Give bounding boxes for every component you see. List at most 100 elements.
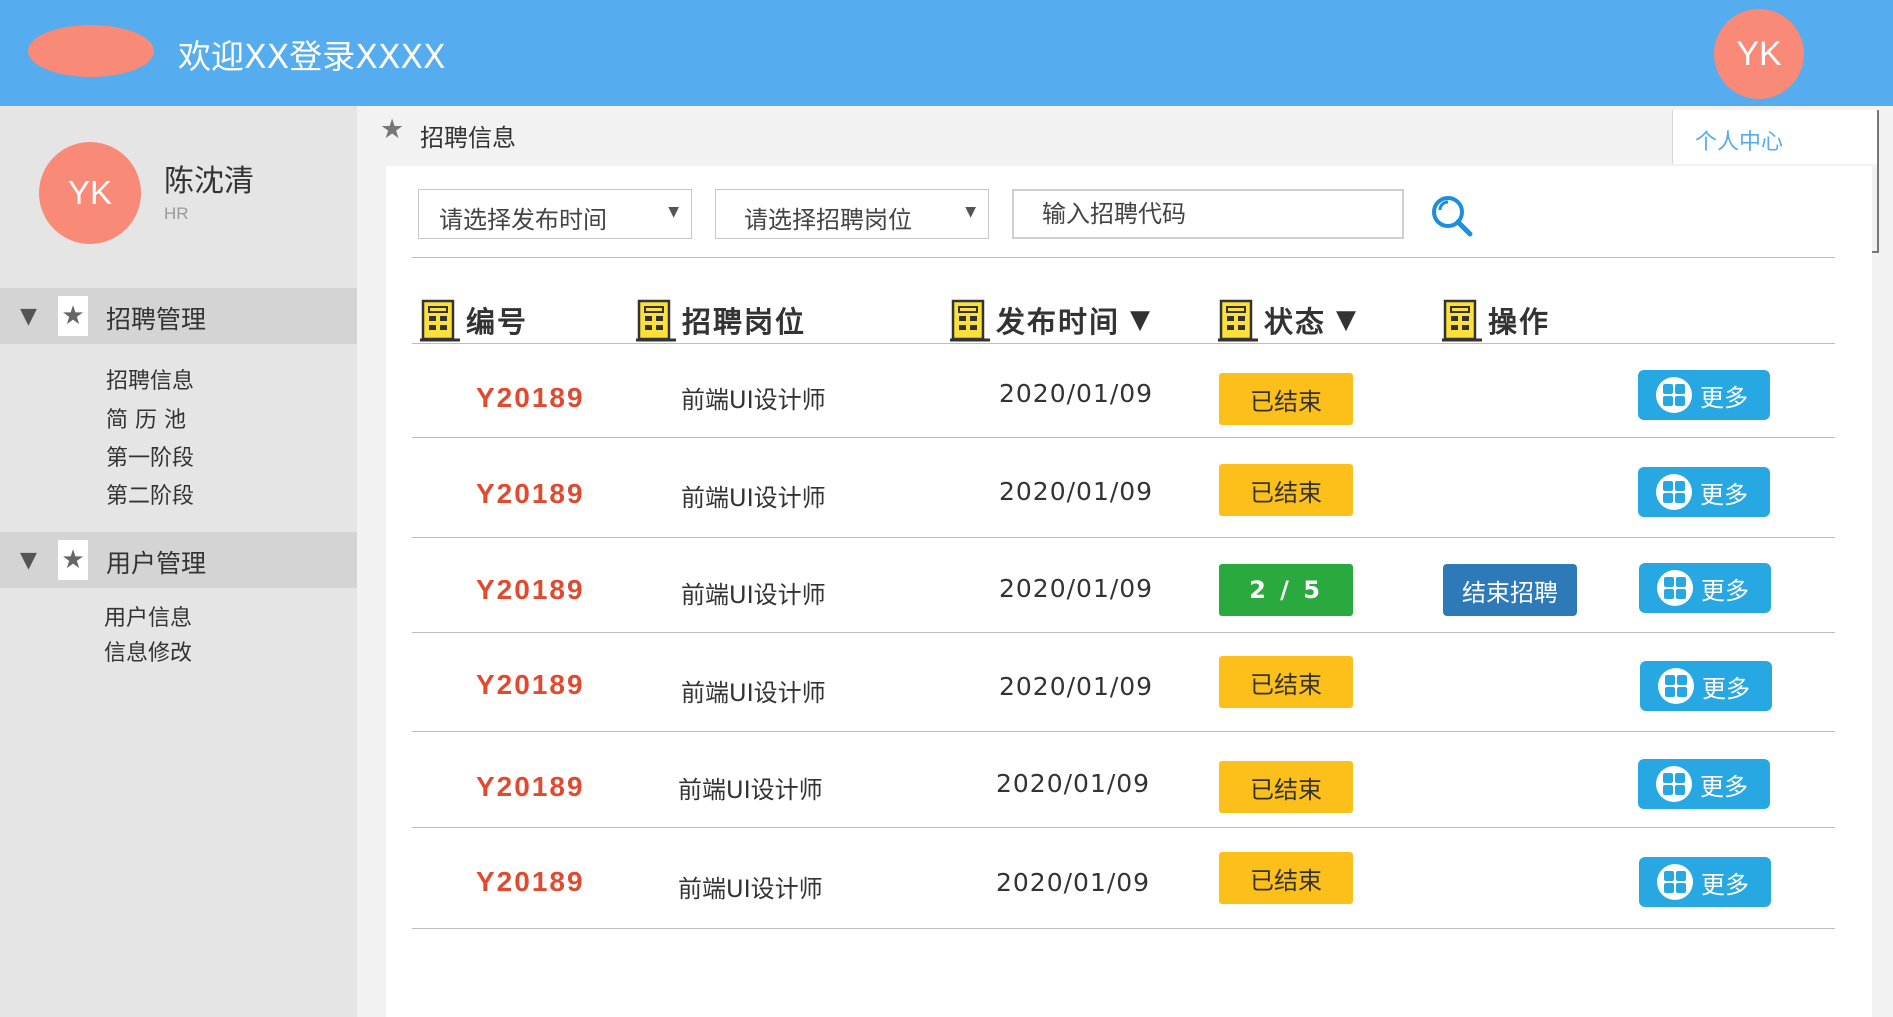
col-header-action: 操作 bbox=[1442, 298, 1550, 342]
sidebar-item-stage-one[interactable]: 第一阶段 bbox=[106, 440, 194, 472]
status-badge: 已结束 bbox=[1219, 656, 1353, 708]
triangle-down-icon[interactable]: ▼ bbox=[20, 304, 37, 329]
status-badge: 已结束 bbox=[1219, 852, 1353, 904]
grid-icon bbox=[1656, 766, 1692, 802]
star-icon: ★ bbox=[58, 540, 88, 580]
welcome-title: 欢迎XX登录XXXX bbox=[178, 37, 446, 76]
divider bbox=[412, 257, 1835, 258]
building-icon bbox=[636, 299, 676, 342]
tab-label: 个人中心 bbox=[1695, 130, 1784, 155]
table-row-divider bbox=[412, 632, 1835, 633]
publish-date: 2020/01/09 bbox=[999, 672, 1154, 701]
triangle-down-icon[interactable]: ▼ bbox=[20, 548, 37, 573]
more-button[interactable]: 更多 bbox=[1640, 661, 1772, 711]
sidebar: YK 陈沈清 HR ▼ ★ 招聘管理 招聘信息 简 历 池 第一阶段 第二阶段 … bbox=[0, 106, 357, 1017]
app-logo[interactable] bbox=[28, 25, 154, 77]
sidebar-item-resume-pool[interactable]: 简 历 池 bbox=[106, 402, 186, 434]
search-icon[interactable] bbox=[1428, 192, 1476, 240]
grid-icon bbox=[1658, 668, 1694, 704]
star-icon: ★ bbox=[58, 296, 88, 336]
header-avatar[interactable]: YK bbox=[1714, 9, 1804, 99]
caret-down-icon: ▼ bbox=[965, 204, 976, 220]
col-header-position: 招聘岗位 bbox=[636, 298, 806, 342]
position-name: 前端UI设计师 bbox=[681, 679, 826, 707]
caret-down-icon: ▼ bbox=[668, 204, 679, 220]
status-badge: 已结束 bbox=[1219, 761, 1353, 813]
col-header-label: 编号 bbox=[466, 305, 529, 339]
tab-personal-center[interactable]: 个人中心 bbox=[1672, 110, 1878, 164]
more-button[interactable]: 更多 bbox=[1638, 759, 1770, 809]
menu-group-recruitment[interactable]: ▼ ★ 招聘管理 bbox=[0, 288, 357, 344]
sidebar-item-stage-two[interactable]: 第二阶段 bbox=[106, 478, 194, 510]
user-role: HR bbox=[164, 204, 189, 223]
position-select[interactable]: 请选择招聘岗位 ▼ bbox=[715, 189, 989, 239]
publish-date: 2020/01/09 bbox=[996, 769, 1151, 798]
recruit-code: Y20189 bbox=[476, 574, 585, 605]
recruit-code: Y20189 bbox=[476, 669, 585, 700]
building-icon bbox=[1218, 299, 1258, 342]
status-badge: 2 / 5 bbox=[1219, 564, 1353, 616]
more-button[interactable]: 更多 bbox=[1639, 857, 1771, 907]
grid-icon bbox=[1657, 570, 1693, 606]
col-header-publish-time[interactable]: 发布时间 ▼ bbox=[950, 298, 1150, 342]
col-header-label: 发布时间 bbox=[996, 305, 1121, 339]
more-button[interactable]: 更多 bbox=[1639, 563, 1771, 613]
publish-date: 2020/01/09 bbox=[999, 379, 1154, 408]
more-label: 更多 bbox=[1701, 870, 1749, 899]
end-recruitment-button[interactable]: 结束招聘 bbox=[1443, 564, 1577, 616]
more-label: 更多 bbox=[1700, 383, 1748, 412]
publish-date: 2020/01/09 bbox=[996, 868, 1151, 897]
col-header-status[interactable]: 状态 ▼ bbox=[1218, 298, 1356, 342]
recruit-code: Y20189 bbox=[476, 478, 585, 509]
sidebar-item-recruitment-info[interactable]: 招聘信息 bbox=[106, 363, 194, 395]
position-name: 前端UI设计师 bbox=[681, 386, 826, 414]
table-row-divider bbox=[412, 731, 1835, 732]
more-button[interactable]: 更多 bbox=[1638, 370, 1770, 420]
divider bbox=[412, 343, 1835, 344]
sidebar-avatar: YK bbox=[39, 142, 141, 244]
sort-down-icon[interactable]: ▼ bbox=[1336, 305, 1356, 335]
recruit-code-input[interactable] bbox=[1012, 189, 1404, 239]
position-name: 前端UI设计师 bbox=[681, 484, 826, 512]
select-placeholder: 请选择发布时间 bbox=[439, 206, 607, 234]
status-badge: 已结束 bbox=[1219, 464, 1353, 516]
more-label: 更多 bbox=[1702, 674, 1750, 703]
col-header-label: 招聘岗位 bbox=[682, 305, 807, 339]
recruit-code: Y20189 bbox=[476, 382, 585, 413]
table-row-divider bbox=[412, 827, 1835, 828]
sort-down-icon[interactable]: ▼ bbox=[1130, 305, 1150, 335]
publish-time-select[interactable]: 请选择发布时间 ▼ bbox=[418, 189, 692, 239]
menu-group-label: 用户管理 bbox=[106, 549, 207, 578]
position-name: 前端UI设计师 bbox=[681, 581, 826, 609]
building-icon bbox=[950, 299, 990, 342]
menu-group-users[interactable]: ▼ ★ 用户管理 bbox=[0, 532, 357, 588]
table-row-divider bbox=[412, 928, 1835, 929]
menu-group-label: 招聘管理 bbox=[106, 305, 207, 334]
col-header-label: 状态 bbox=[1264, 305, 1327, 339]
status-badge: 已结束 bbox=[1219, 373, 1353, 425]
grid-icon bbox=[1656, 474, 1692, 510]
star-icon: ★ bbox=[380, 114, 405, 145]
more-label: 更多 bbox=[1700, 480, 1748, 509]
table-row-divider bbox=[412, 537, 1835, 538]
more-label: 更多 bbox=[1701, 576, 1749, 605]
select-placeholder: 请选择招聘岗位 bbox=[744, 206, 912, 234]
position-name: 前端UI设计师 bbox=[678, 875, 823, 903]
col-header-code: 编号 bbox=[420, 298, 528, 342]
breadcrumb: 招聘信息 bbox=[420, 124, 516, 152]
building-icon bbox=[1442, 299, 1482, 342]
top-header: 欢迎XX登录XXXX YK bbox=[0, 0, 1893, 106]
sidebar-item-info-edit[interactable]: 信息修改 bbox=[104, 635, 192, 667]
recruit-code: Y20189 bbox=[476, 866, 585, 897]
building-icon bbox=[420, 299, 460, 342]
grid-icon bbox=[1657, 864, 1693, 900]
tab-divider bbox=[1877, 110, 1879, 253]
recruit-code: Y20189 bbox=[476, 771, 585, 802]
sidebar-item-user-info[interactable]: 用户信息 bbox=[104, 600, 192, 632]
grid-icon bbox=[1656, 377, 1692, 413]
position-name: 前端UI设计师 bbox=[678, 776, 823, 804]
publish-date: 2020/01/09 bbox=[999, 477, 1154, 506]
more-button[interactable]: 更多 bbox=[1638, 467, 1770, 517]
more-label: 更多 bbox=[1700, 772, 1748, 801]
publish-date: 2020/01/09 bbox=[999, 574, 1154, 603]
